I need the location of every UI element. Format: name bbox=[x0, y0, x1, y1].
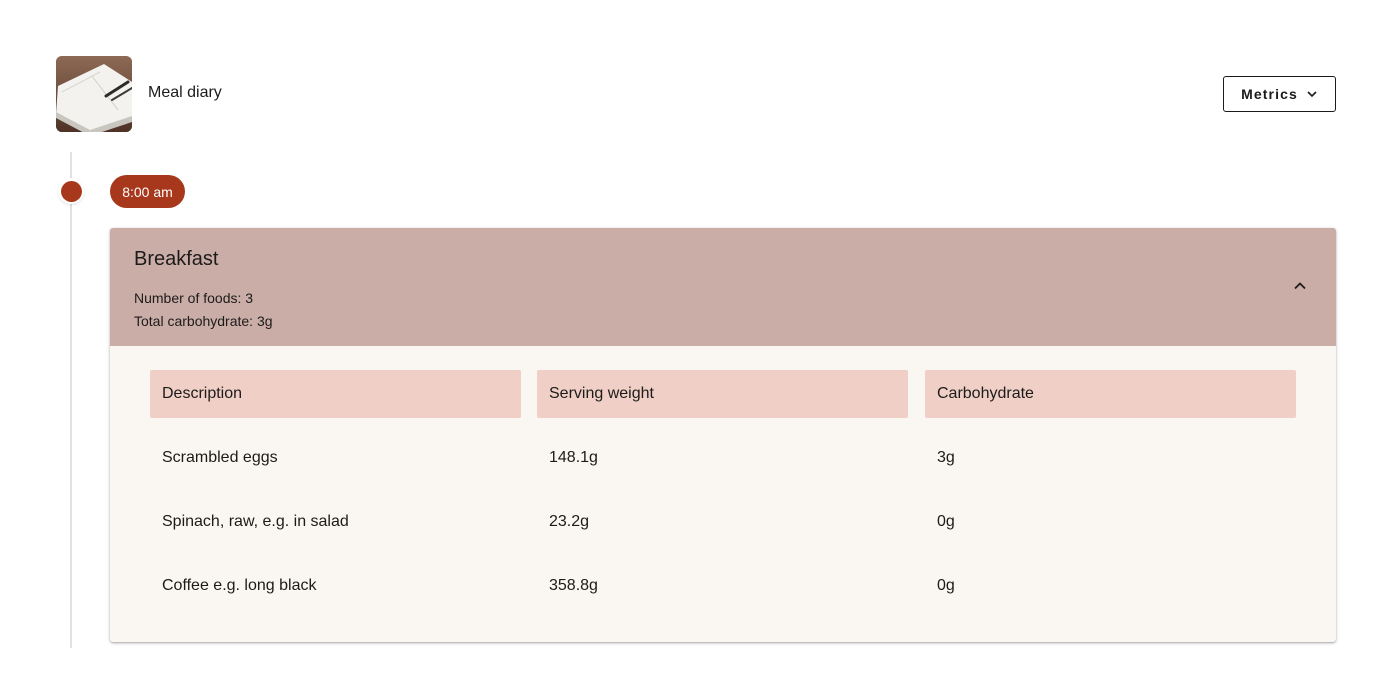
column-header-description: Description bbox=[150, 370, 521, 418]
cell-description: Spinach, raw, e.g. in salad bbox=[162, 513, 349, 530]
metrics-dropdown-button[interactable]: Metrics bbox=[1223, 76, 1336, 112]
chevron-up-icon bbox=[1294, 282, 1306, 290]
notebook-photo-icon bbox=[56, 56, 132, 132]
table-row: Coffee e.g. long black 358.8g 0g bbox=[150, 554, 1296, 618]
cell-serving-weight: 148.1g bbox=[549, 449, 598, 466]
cell-carbohydrate: 0g bbox=[937, 513, 955, 530]
cell-description: Coffee e.g. long black bbox=[162, 577, 317, 594]
page-header: Meal diary Metrics bbox=[56, 56, 1336, 132]
cell-description: Scrambled eggs bbox=[162, 449, 278, 466]
meal-diary-thumbnail bbox=[56, 56, 132, 132]
meal-card-header[interactable]: Breakfast Number of foods: 3 Total carbo… bbox=[110, 228, 1336, 346]
meal-card: Breakfast Number of foods: 3 Total carbo… bbox=[110, 228, 1336, 642]
cell-serving-weight: 23.2g bbox=[549, 513, 590, 530]
number-of-foods: Number of foods: 3 bbox=[134, 290, 254, 306]
page-title: Meal diary bbox=[148, 84, 222, 101]
timeline-dot-fill bbox=[60, 180, 82, 202]
column-header-carbohydrate: Carbohydrate bbox=[925, 370, 1296, 418]
meal-name: Breakfast bbox=[134, 248, 219, 270]
meal-diary-page: Meal diary Metrics 8:00 am Breakfast Num… bbox=[0, 0, 1390, 686]
total-carbohydrate: Total carbohydrate: 3g bbox=[134, 313, 273, 329]
cell-carbohydrate: 3g bbox=[937, 449, 955, 466]
cell-carbohydrate: 0g bbox=[937, 577, 955, 594]
table-row: Spinach, raw, e.g. in salad 23.2g 0g bbox=[150, 490, 1296, 554]
metrics-button-label: Metrics bbox=[1241, 86, 1298, 102]
table-row: Scrambled eggs 148.1g 3g bbox=[150, 426, 1296, 490]
chevron-down-icon bbox=[1306, 88, 1318, 100]
column-header-serving-weight: Serving weight bbox=[537, 370, 908, 418]
cell-serving-weight: 358.8g bbox=[549, 577, 598, 594]
collapse-button[interactable] bbox=[1288, 274, 1312, 298]
timeline-dot bbox=[58, 178, 84, 204]
timeline-line bbox=[70, 152, 72, 648]
time-chip: 8:00 am bbox=[110, 175, 185, 208]
